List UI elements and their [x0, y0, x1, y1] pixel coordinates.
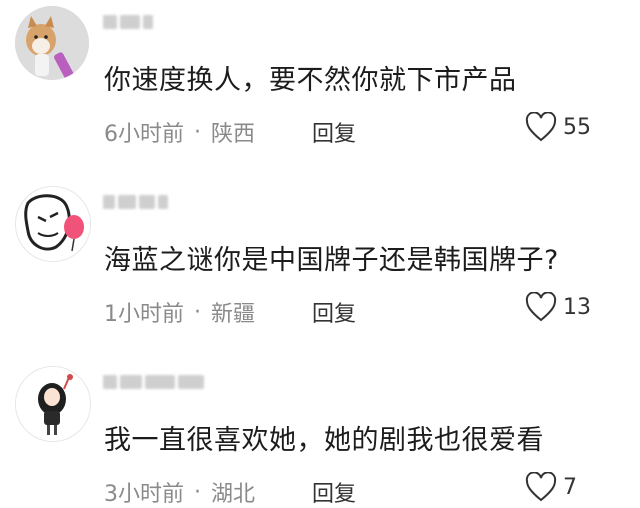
username-redacted	[103, 372, 204, 392]
like-button[interactable]: 55	[525, 112, 591, 142]
comment-text: 海蓝之谜你是中国牌子还是韩国牌子?	[104, 245, 559, 276]
comment-meta: 6小时前 · 陕西	[104, 116, 255, 148]
avatar[interactable]	[15, 6, 89, 80]
reply-button[interactable]: 回复	[312, 296, 356, 328]
like-button[interactable]: 7	[525, 472, 577, 502]
heart-outline-icon	[525, 292, 557, 322]
like-button[interactable]: 13	[525, 292, 591, 322]
heart-outline-icon	[525, 112, 557, 142]
reply-button[interactable]: 回复	[312, 476, 356, 508]
meta-separator: ·	[194, 119, 201, 145]
comment-meta: 1小时前 · 新疆	[104, 296, 255, 328]
comment-time: 3小时前	[104, 482, 184, 507]
avatar[interactable]	[15, 366, 91, 442]
heart-outline-icon	[525, 472, 557, 502]
comment-location: 湖北	[211, 482, 256, 507]
like-count: 55	[563, 114, 591, 140]
avatar[interactable]	[15, 186, 91, 262]
username-redacted	[103, 12, 153, 32]
comment-location: 新疆	[211, 302, 256, 327]
comment-time: 6小时前	[104, 122, 184, 147]
reply-button[interactable]: 回复	[312, 116, 356, 148]
comment-time: 1小时前	[104, 302, 184, 327]
comment-meta: 3小时前 · 湖北	[104, 476, 255, 508]
meta-separator: ·	[194, 299, 201, 325]
comment-text: 我一直很喜欢她，她的剧我也很爱看	[104, 425, 544, 456]
comment-text: 你速度换人，要不然你就下市产品	[104, 65, 517, 96]
like-count: 7	[563, 474, 577, 500]
like-count: 13	[563, 294, 591, 320]
comment-location: 陕西	[211, 122, 256, 147]
meta-separator: ·	[194, 479, 201, 505]
username-redacted	[103, 192, 168, 212]
